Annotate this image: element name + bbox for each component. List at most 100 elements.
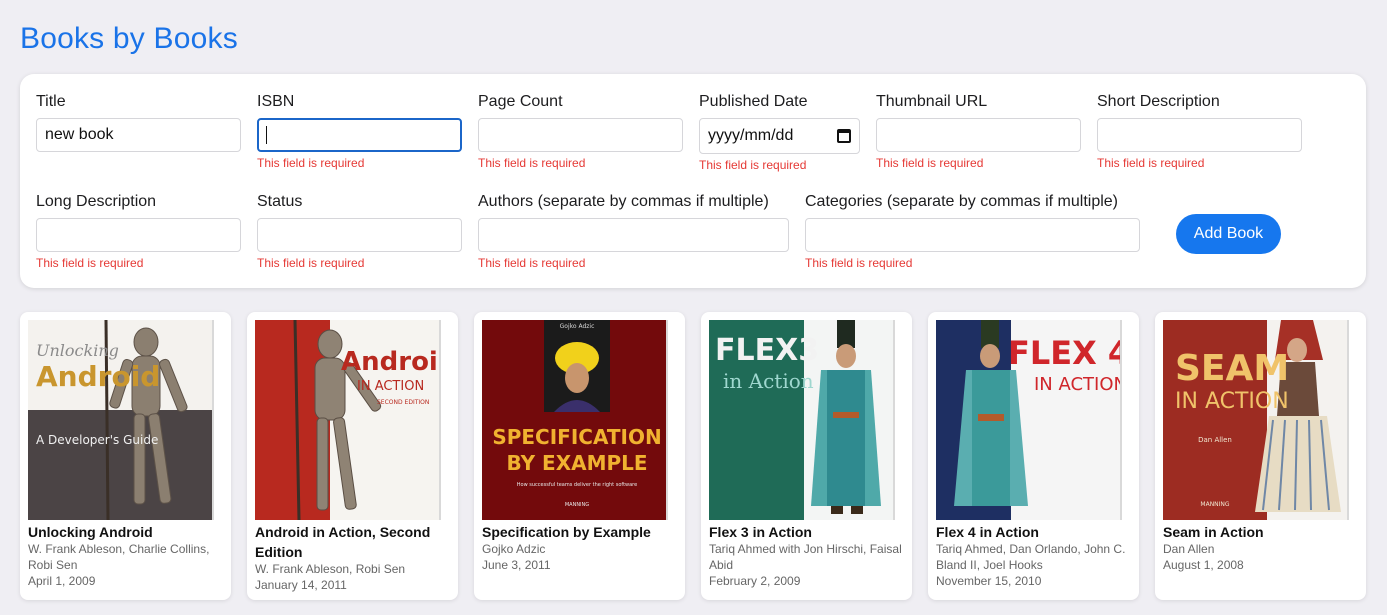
published-date-label: Published Date bbox=[699, 93, 808, 110]
cover-publisher: MANNING bbox=[565, 502, 589, 508]
cover-subtitle: SECOND EDITION bbox=[377, 399, 429, 406]
published-date-field: Published Date yyyy/mm/dd This field is … bbox=[699, 92, 860, 172]
title-field: Title bbox=[36, 92, 241, 152]
status-field: Status This field is required bbox=[257, 192, 462, 270]
book-card[interactable]: FLEX3 in Action Flex 3 in Action Tariq A… bbox=[701, 312, 912, 600]
page-count-field: Page Count This field is required bbox=[478, 92, 683, 170]
title-input[interactable] bbox=[36, 118, 241, 152]
short-description-error: This field is required bbox=[1097, 156, 1205, 170]
long-description-input[interactable] bbox=[36, 218, 241, 252]
cover-top: Gojko Adzic bbox=[560, 323, 595, 330]
isbn-input[interactable] bbox=[257, 118, 462, 152]
book-authors: Dan Allen bbox=[1163, 542, 1215, 556]
book-card[interactable]: Android IN ACTION SECOND EDITION Android… bbox=[247, 312, 458, 600]
book-cover-image: SEAM IN ACTION Dan Allen MANNING bbox=[1163, 320, 1353, 520]
thumbnail-url-label: Thumbnail URL bbox=[876, 93, 988, 110]
book-cover-image: Gojko Adzic SPECIFICATION BY EXAMPLE How… bbox=[482, 320, 672, 520]
page-title: Books by Books bbox=[20, 22, 238, 55]
short-description-label: Short Description bbox=[1097, 93, 1220, 110]
book-authors: W. Frank Ableson, Charlie Collins, Robi … bbox=[28, 542, 210, 572]
book-cover-image: Unlocking Android A Developer's Guide bbox=[28, 320, 218, 520]
book-card[interactable]: SEAM IN ACTION Dan Allen MANNING Seam in… bbox=[1155, 312, 1366, 600]
short-description-field: Short Description This field is required bbox=[1097, 92, 1302, 170]
book-cover-image: FLEX 4 IN ACTION bbox=[936, 320, 1126, 520]
date-placeholder: yyyy/mm/dd bbox=[708, 127, 794, 144]
status-label: Status bbox=[257, 193, 303, 210]
cover-credits: Dan Allen bbox=[1198, 436, 1232, 444]
authors-field: Authors (separate by commas if multiple)… bbox=[478, 192, 789, 270]
cover-publisher: MANNING bbox=[1200, 501, 1230, 508]
thumbnail-url-error: This field is required bbox=[876, 156, 984, 170]
thumbnail-url-input[interactable] bbox=[876, 118, 1081, 152]
book-card[interactable]: FLEX 4 IN ACTION Flex 4 in Action Tariq … bbox=[928, 312, 1139, 600]
book-date: February 2, 2009 bbox=[709, 574, 801, 588]
book-date: April 1, 2009 bbox=[28, 574, 96, 588]
book-list: Unlocking Android A Developer's Guide Un… bbox=[20, 312, 1366, 600]
short-description-input[interactable] bbox=[1097, 118, 1302, 152]
book-title: Android in Action, Second Edition bbox=[255, 524, 431, 560]
book-authors: Gojko Adzic bbox=[482, 542, 546, 556]
cover-edge bbox=[893, 320, 899, 520]
page-count-input[interactable] bbox=[478, 118, 683, 152]
cover-line1: Android bbox=[341, 347, 445, 377]
published-date-error: This field is required bbox=[699, 158, 807, 172]
cover-line2: IN ACTION bbox=[357, 379, 424, 394]
book-title: Unlocking Android bbox=[28, 524, 153, 540]
authors-label: Authors (separate by commas if multiple) bbox=[478, 193, 769, 210]
published-date-input[interactable]: yyyy/mm/dd bbox=[699, 118, 860, 154]
thumbnail-url-field: Thumbnail URL This field is required bbox=[876, 92, 1081, 170]
book-cover-image: FLEX3 in Action bbox=[709, 320, 899, 520]
isbn-label: ISBN bbox=[257, 93, 295, 110]
status-error: This field is required bbox=[257, 256, 365, 270]
book-authors: Tariq Ahmed with Jon Hirschi, Faisal Abi… bbox=[709, 542, 902, 572]
cover-edge bbox=[666, 320, 672, 520]
book-date: January 14, 2011 bbox=[255, 578, 347, 592]
cover-line2: Android bbox=[36, 360, 160, 393]
book-title: Flex 4 in Action bbox=[936, 524, 1039, 540]
cover-line1: SPECIFICATION bbox=[492, 425, 661, 449]
title-label: Title bbox=[36, 93, 66, 110]
book-date: June 3, 2011 bbox=[482, 558, 551, 572]
book-authors: Tariq Ahmed, Dan Orlando, John C. Bland … bbox=[936, 542, 1126, 572]
cover-edge bbox=[1120, 320, 1126, 520]
long-description-field: Long Description This field is required bbox=[36, 192, 241, 270]
add-book-button[interactable]: Add Book bbox=[1176, 214, 1281, 254]
book-card[interactable]: Gojko Adzic SPECIFICATION BY EXAMPLE How… bbox=[474, 312, 685, 600]
cover-edge bbox=[212, 320, 218, 520]
isbn-error: This field is required bbox=[257, 156, 365, 170]
book-date: August 1, 2008 bbox=[1163, 558, 1244, 572]
text-caret bbox=[266, 126, 267, 144]
cover-line1: FLEX 4 bbox=[1008, 334, 1126, 372]
cover-line1: Unlocking bbox=[36, 341, 119, 360]
categories-field: Categories (separate by commas if multip… bbox=[805, 192, 1140, 270]
book-card[interactable]: Unlocking Android A Developer's Guide Un… bbox=[20, 312, 231, 600]
cover-line2: in Action bbox=[723, 369, 814, 393]
page-count-error: This field is required bbox=[478, 156, 586, 170]
book-date: November 15, 2010 bbox=[936, 574, 1042, 588]
cover-subtitle: A Developer's Guide bbox=[36, 433, 158, 447]
cover-line2: IN ACTION bbox=[1034, 374, 1126, 395]
book-title: Specification by Example bbox=[482, 524, 651, 540]
authors-error: This field is required bbox=[478, 256, 586, 270]
book-cover-image: Android IN ACTION SECOND EDITION bbox=[255, 320, 445, 520]
long-description-error: This field is required bbox=[36, 256, 144, 270]
categories-label: Categories (separate by commas if multip… bbox=[805, 193, 1119, 210]
cover-line2: IN ACTION bbox=[1175, 389, 1289, 414]
cover-line2: BY EXAMPLE bbox=[506, 451, 647, 475]
book-authors: W. Frank Ableson, Robi Sen bbox=[255, 562, 406, 576]
categories-input[interactable] bbox=[805, 218, 1140, 252]
authors-input[interactable] bbox=[478, 218, 789, 252]
cover-subtitle: How successful teams deliver the right s… bbox=[517, 482, 637, 488]
isbn-field: ISBN This field is required bbox=[257, 92, 462, 170]
cover-line1: SEAM bbox=[1175, 348, 1289, 389]
page-count-label: Page Count bbox=[478, 93, 563, 110]
long-description-label: Long Description bbox=[36, 193, 157, 210]
categories-error: This field is required bbox=[805, 256, 913, 270]
status-input[interactable] bbox=[257, 218, 462, 252]
cover-edge bbox=[439, 320, 445, 520]
calendar-icon[interactable] bbox=[837, 129, 851, 143]
book-title: Flex 3 in Action bbox=[709, 524, 812, 540]
add-book-form: Title ISBN This field is required Page C… bbox=[20, 74, 1366, 288]
cover-line1: FLEX3 bbox=[715, 333, 819, 368]
book-title: Seam in Action bbox=[1163, 524, 1264, 540]
